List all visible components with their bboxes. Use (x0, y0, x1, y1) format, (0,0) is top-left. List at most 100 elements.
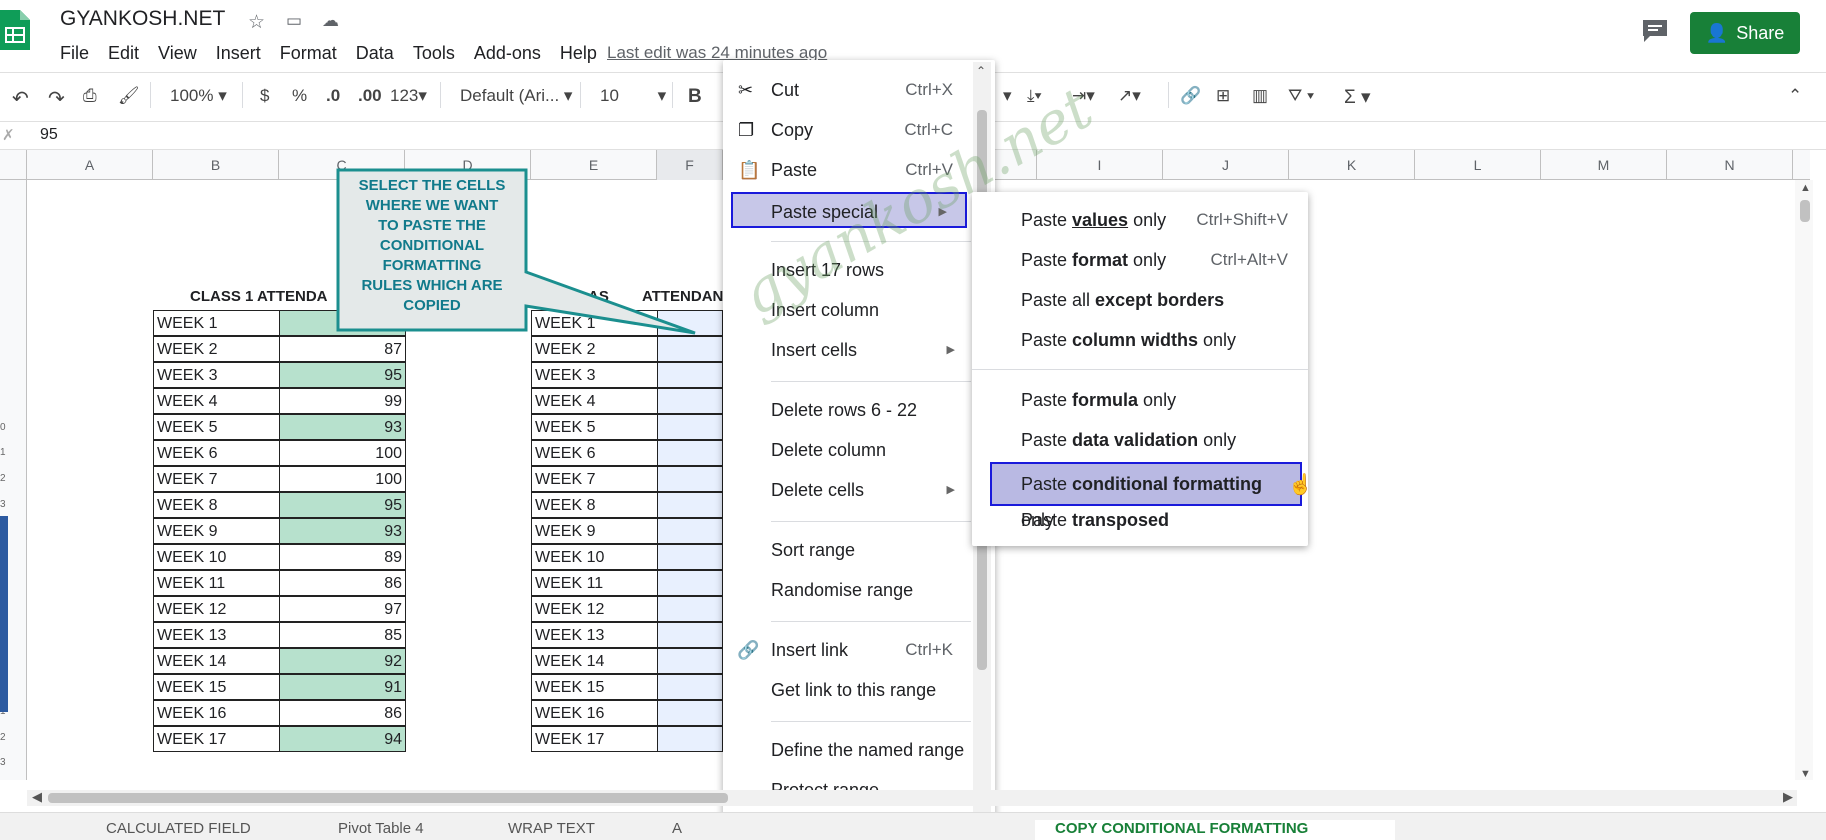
undo-icon[interactable]: ↶ (12, 86, 29, 111)
menu-view[interactable]: View (158, 43, 197, 64)
column-header-a[interactable]: A (27, 150, 153, 180)
attendance-value-cell[interactable]: 91 (279, 674, 406, 700)
week-label-cell[interactable]: WEEK 17 (153, 726, 280, 752)
text-rotation-icon[interactable]: ↗▾ (1118, 86, 1141, 106)
column-header-n[interactable]: N (1667, 150, 1793, 180)
sheet-tab[interactable]: WRAP TEXT (508, 820, 595, 837)
week-label-cell[interactable]: WEEK 7 (531, 466, 658, 492)
paste-target-cell[interactable] (657, 622, 723, 648)
formula-input[interactable]: 95 (40, 126, 58, 144)
paste-target-cell[interactable] (657, 388, 723, 414)
week-label-cell[interactable]: WEEK 16 (153, 700, 280, 726)
share-button[interactable]: 👤 Share (1690, 12, 1800, 54)
attendance-value-cell[interactable]: 93 (279, 518, 406, 544)
week-label-cell[interactable]: WEEK 7 (153, 466, 280, 492)
column-header-j[interactable]: J (1163, 150, 1289, 180)
sheet-tab[interactable]: CALCULATED FIELD (106, 820, 251, 837)
paste-target-cell[interactable] (657, 310, 723, 336)
week-label-cell[interactable]: WEEK 10 (531, 544, 658, 570)
menu-item-copy[interactable]: ❐ Copy Ctrl+C (723, 112, 973, 148)
week-label-cell[interactable]: WEEK 2 (531, 336, 658, 362)
sheet-tab[interactable]: A (672, 820, 682, 837)
row-number[interactable]: 2 (0, 473, 24, 484)
week-label-cell[interactable]: WEEK 6 (153, 440, 280, 466)
filter-icon[interactable]: ⛛ ▾ (1288, 86, 1314, 106)
week-label-cell[interactable]: WEEK 4 (153, 388, 280, 414)
select-all-corner[interactable] (0, 150, 27, 180)
paste-target-cell[interactable] (657, 466, 723, 492)
redo-icon[interactable]: ↷ (48, 86, 65, 111)
menu-item-insert-link[interactable]: 🔗 Insert link Ctrl+K (723, 632, 973, 668)
scroll-left-arrow-icon[interactable]: ◀ (32, 789, 42, 805)
attendance-value-cell[interactable]: 85 (279, 622, 406, 648)
week-label-cell[interactable]: WEEK 12 (531, 596, 658, 622)
week-label-cell[interactable]: WEEK 6 (531, 440, 658, 466)
week-label-cell[interactable]: WEEK 16 (531, 700, 658, 726)
column-header-e[interactable]: E (531, 150, 657, 180)
week-label-cell[interactable]: WEEK 8 (153, 492, 280, 518)
attendance-value-cell[interactable]: 92 (279, 648, 406, 674)
percent-button[interactable]: % (292, 86, 307, 106)
increase-decimal-button[interactable]: .00 (358, 86, 382, 106)
attendance-value-cell[interactable]: 87 (279, 336, 406, 362)
submenu-paste-values-only[interactable]: Paste values only Ctrl+Shift+V (972, 202, 1308, 238)
week-label-cell[interactable]: WEEK 1 (531, 310, 658, 336)
submenu-paste-conditional-formatting[interactable]: Paste conditional formatting only (990, 462, 1302, 530)
week-label-cell[interactable]: WEEK 15 (531, 674, 658, 700)
paste-target-cell[interactable] (657, 518, 723, 544)
vertical-scroll-thumb[interactable] (1800, 200, 1810, 222)
more-formats-select[interactable]: 123▾ (390, 86, 427, 106)
paste-target-cell[interactable] (657, 440, 723, 466)
week-label-cell[interactable]: WEEK 13 (531, 622, 658, 648)
column-header-m[interactable]: M (1541, 150, 1667, 180)
currency-button[interactable]: $ (260, 86, 269, 106)
attendance-value-cell[interactable]: 94 (279, 726, 406, 752)
attendance-value-cell[interactable]: 95 (279, 492, 406, 518)
paste-target-cell[interactable] (657, 674, 723, 700)
row-number[interactable]: 0 (0, 422, 24, 433)
attendance-value-cell[interactable]: 95 (279, 362, 406, 388)
menu-item-randomise-range[interactable]: Randomise range (723, 572, 973, 608)
week-label-cell[interactable]: WEEK 12 (153, 596, 280, 622)
week-label-cell[interactable]: WEEK 11 (531, 570, 658, 596)
insert-comment-icon[interactable]: ⊞ (1216, 86, 1230, 106)
menu-item-delete-column[interactable]: Delete column (723, 432, 973, 468)
week-label-cell[interactable]: WEEK 4 (531, 388, 658, 414)
paste-target-cell[interactable] (657, 414, 723, 440)
row-number[interactable]: 3 (0, 499, 24, 510)
week-label-cell[interactable]: WEEK 15 (153, 674, 280, 700)
week-label-cell[interactable]: WEEK 10 (153, 544, 280, 570)
paste-target-cell[interactable] (657, 336, 723, 362)
attendance-value-cell[interactable]: 93 (279, 414, 406, 440)
menu-help[interactable]: Help (560, 43, 597, 64)
week-label-cell[interactable]: WEEK 14 (153, 648, 280, 674)
collapse-toolbar-icon[interactable]: ⌃ (1788, 86, 1802, 106)
menu-item-get-link[interactable]: Get link to this range (723, 672, 973, 708)
paste-target-cell[interactable] (657, 492, 723, 518)
paste-target-cell[interactable] (657, 726, 723, 752)
scroll-up-icon[interactable]: ▲ (1800, 182, 1811, 194)
column-header-f[interactable]: F (657, 150, 723, 180)
row-number[interactable]: 3 (0, 757, 24, 768)
column-header-k[interactable]: K (1289, 150, 1415, 180)
paste-target-cell[interactable] (657, 570, 723, 596)
week-label-cell[interactable]: WEEK 2 (153, 336, 280, 362)
week-label-cell[interactable]: WEEK 5 (531, 414, 658, 440)
week-label-cell[interactable]: WEEK 3 (531, 362, 658, 388)
menu-item-define-named-range[interactable]: Define the named range (723, 732, 973, 768)
paint-format-icon[interactable]: 🖌 (118, 86, 140, 106)
submenu-paste-format-only[interactable]: Paste format only Ctrl+Alt+V (972, 242, 1308, 278)
sheet-tab[interactable]: Pivot Table 4 (338, 820, 424, 837)
menu-item-cut[interactable]: ✂ Cut Ctrl+X (723, 72, 973, 108)
paste-target-cell[interactable] (657, 596, 723, 622)
paste-target-cell[interactable] (657, 700, 723, 726)
week-label-cell[interactable]: WEEK 11 (153, 570, 280, 596)
menu-insert[interactable]: Insert (216, 43, 261, 64)
row-number[interactable]: 2 (0, 732, 24, 743)
submenu-paste-data-validation[interactable]: Paste data validation only (972, 422, 1308, 458)
row-number[interactable]: 1 (0, 447, 24, 458)
menu-file[interactable]: File (60, 43, 89, 64)
menu-format[interactable]: Format (280, 43, 337, 64)
font-size-select[interactable]: 10 ▾ (600, 86, 666, 106)
sheet-tab-active[interactable]: COPY CONDITIONAL FORMATTING (1035, 820, 1395, 840)
